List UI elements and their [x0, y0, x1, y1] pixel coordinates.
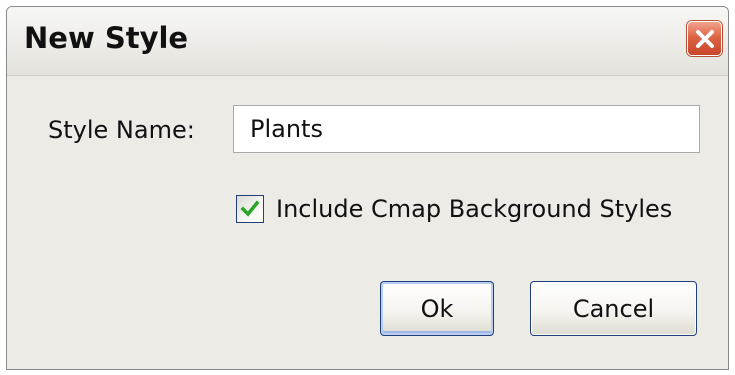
- dialog-body: Style Name: Include Cmap Background Styl…: [7, 76, 728, 369]
- dialog-title: New Style: [24, 21, 189, 55]
- include-background-label: Include Cmap Background Styles: [276, 195, 673, 223]
- title-bar: New Style: [7, 7, 728, 76]
- include-background-option[interactable]: Include Cmap Background Styles: [236, 194, 672, 224]
- new-style-dialog: New Style Style Name: Include Cmap Backg…: [6, 6, 729, 370]
- style-name-label: Style Name:: [48, 116, 195, 144]
- ok-button[interactable]: Ok: [380, 281, 494, 336]
- close-icon: [696, 30, 714, 48]
- style-name-input[interactable]: [233, 105, 700, 153]
- include-background-checkbox[interactable]: [236, 195, 264, 223]
- checkmark-icon: [240, 200, 260, 217]
- cancel-button[interactable]: Cancel: [530, 281, 697, 336]
- close-button[interactable]: [687, 21, 722, 56]
